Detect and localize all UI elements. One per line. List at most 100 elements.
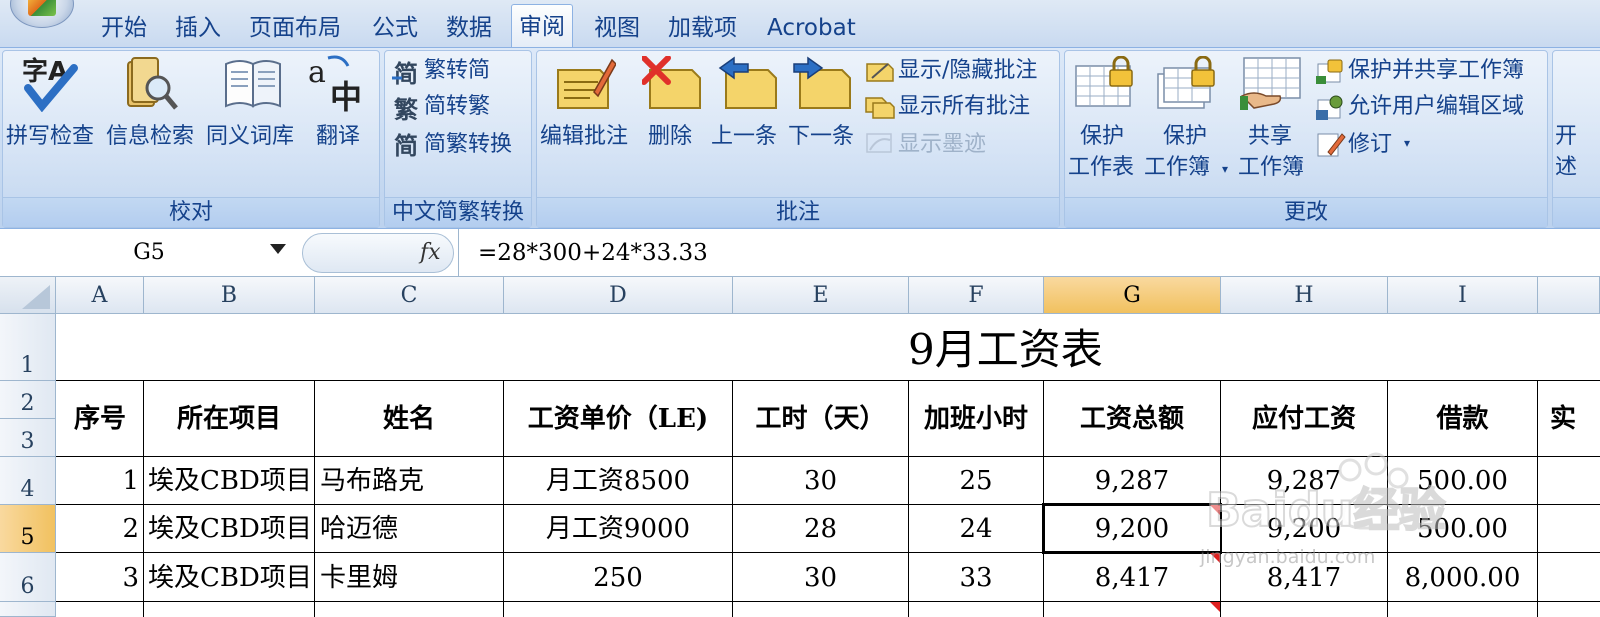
table-cell[interactable]: 马布路克 — [320, 458, 503, 504]
tab-view[interactable]: 视图 — [594, 6, 640, 47]
name-box[interactable]: G5 — [0, 233, 298, 273]
column-header-f[interactable]: F — [909, 277, 1044, 314]
tab-insert[interactable]: 插入 — [175, 6, 221, 47]
table-cell[interactable]: 33 — [909, 555, 1043, 601]
protect-workbook-label-1[interactable]: 保护 — [1163, 122, 1207, 152]
header-cell-name[interactable]: 姓名 — [315, 381, 503, 456]
share-workbook-label-2[interactable]: 工作簿 — [1238, 153, 1304, 183]
track-changes-button[interactable]: 修订 — [1348, 130, 1392, 160]
table-cell[interactable]: 250 — [504, 555, 732, 601]
table-cell[interactable]: 30 — [733, 555, 908, 601]
column-header-g[interactable]: G — [1044, 277, 1221, 314]
table-cell[interactable]: 8,417 — [1221, 555, 1387, 601]
table-cell[interactable]: 9,200 — [1221, 506, 1387, 552]
simp-to-trad-button[interactable]: 简转繁 — [424, 92, 490, 122]
table-cell[interactable]: 哈迈德 — [320, 506, 503, 552]
table-cell[interactable]: 2 — [57, 506, 139, 552]
share-workbook-label-1[interactable]: 共享 — [1248, 122, 1292, 152]
tab-review[interactable]: 审阅 — [511, 4, 573, 48]
column-header-h[interactable]: H — [1221, 277, 1388, 314]
protect-workbook-dropdown-icon[interactable]: ▾ — [1222, 162, 1232, 176]
research-icon — [122, 54, 182, 112]
delete-comment-icon — [641, 55, 704, 114]
header-cell-actual[interactable]: 实 — [1538, 381, 1600, 456]
header-cell-work-days[interactable]: 工时（天） — [733, 381, 908, 456]
tab-acrobat[interactable]: Acrobat — [767, 6, 856, 47]
protect-sheet-label-1[interactable]: 保护 — [1080, 122, 1124, 152]
column-header-a[interactable]: A — [56, 277, 144, 314]
table-cell[interactable]: 埃及CBD项目 — [148, 458, 314, 504]
proofing-group-label: 校对 — [3, 197, 379, 227]
edit-comment-button[interactable]: 编辑批注 — [540, 122, 628, 152]
table-cell[interactable]: 28 — [733, 506, 908, 552]
table-cell[interactable]: 25 — [909, 458, 1043, 504]
svg-text:简: 简 — [394, 132, 418, 158]
column-header-e[interactable]: E — [733, 277, 909, 314]
tab-home[interactable]: 开始 — [101, 6, 147, 47]
table-cell[interactable]: 9,287 — [1044, 458, 1220, 504]
table-cell[interactable]: 8,417 — [1044, 555, 1220, 601]
row-header-5[interactable]: 5 — [0, 505, 56, 553]
show-hide-comment-button[interactable]: 显示/隐藏批注 — [898, 56, 1037, 86]
protect-workbook-label-2[interactable]: 工作簿 — [1144, 153, 1210, 183]
row-header-2[interactable]: 2 — [0, 381, 56, 419]
table-cell[interactable]: 30 — [733, 458, 908, 504]
row-border-4 — [56, 504, 1600, 505]
previous-comment-button[interactable]: 上一条 — [711, 122, 777, 152]
table-cell[interactable]: 月工资8500 — [504, 458, 732, 504]
show-all-comments-button[interactable]: 显示所有批注 — [898, 92, 1030, 122]
table-cell[interactable]: 3 — [57, 555, 139, 601]
table-cell[interactable]: 月工资9000 — [504, 506, 732, 552]
column-header-b[interactable]: B — [144, 277, 315, 314]
header-cell-project[interactable]: 所在项目 — [144, 381, 314, 456]
column-header-i[interactable]: I — [1388, 277, 1538, 314]
protect-and-share-button[interactable]: 保护并共享工作簿 — [1348, 56, 1524, 86]
track-changes-dropdown-icon[interactable]: ▾ — [1404, 136, 1414, 150]
header-cell-overtime[interactable]: 加班小时 — [909, 381, 1043, 456]
research-button[interactable]: 信息检索 — [106, 122, 194, 152]
tab-page-layout[interactable]: 页面布局 — [249, 6, 341, 47]
column-header-d[interactable]: D — [504, 277, 733, 314]
header-cell-payable[interactable]: 应付工资 — [1221, 381, 1387, 456]
delete-comment-button[interactable]: 删除 — [648, 122, 692, 152]
table-cell[interactable]: 卡里姆 — [320, 555, 503, 601]
formula-input[interactable]: =28*300+24*33.33 — [478, 233, 708, 273]
partial-group-label-1[interactable]: 开 — [1555, 122, 1577, 152]
table-cell[interactable]: 500.00 — [1388, 458, 1537, 504]
row-header-1[interactable]: 1 — [0, 314, 56, 381]
row-header-3[interactable]: 3 — [0, 419, 56, 457]
header-cell-unit-price[interactable]: 工资单价（LE) — [504, 381, 732, 456]
tab-data[interactable]: 数据 — [446, 6, 492, 47]
name-box-dropdown-icon[interactable] — [270, 244, 286, 254]
translate-button[interactable]: 翻译 — [316, 122, 360, 152]
table-cell[interactable]: 9,287 — [1221, 458, 1387, 504]
spelling-button[interactable]: 拼写检查 — [6, 122, 94, 152]
row-header-6[interactable]: 6 — [0, 553, 56, 602]
header-cell-loan[interactable]: 借款 — [1388, 381, 1537, 456]
insert-function-icon[interactable]: fx — [420, 233, 454, 273]
column-header-c[interactable]: C — [315, 277, 504, 314]
tab-addins[interactable]: 加载项 — [668, 6, 737, 47]
show-ink-button[interactable]: 显示墨迹 — [898, 130, 986, 160]
row-header-4[interactable]: 4 — [0, 457, 56, 505]
chinese-convert-button[interactable]: 简繁转换 — [424, 130, 512, 160]
table-cell[interactable]: 1 — [57, 458, 139, 504]
allow-edit-ranges-button[interactable]: 允许用户编辑区域 — [1348, 92, 1524, 122]
trad-to-simp-button[interactable]: 繁转简 — [424, 56, 490, 86]
tab-formulas[interactable]: 公式 — [372, 6, 418, 47]
select-all-corner[interactable] — [0, 277, 56, 314]
row-header-7[interactable] — [0, 602, 56, 617]
header-cell-index[interactable]: 序号 — [57, 381, 143, 456]
next-comment-button[interactable]: 下一条 — [788, 122, 854, 152]
table-cell[interactable]: 500.00 — [1388, 506, 1537, 552]
protect-sheet-label-2[interactable]: 工作表 — [1068, 153, 1134, 183]
sheet-title[interactable]: 9月工资表 — [56, 314, 1600, 381]
partial-group-label-2[interactable]: 述 — [1555, 153, 1577, 183]
table-cell[interactable]: 24 — [909, 506, 1043, 552]
table-cell[interactable]: 埃及CBD项目 — [148, 555, 314, 601]
table-cell[interactable]: 8,000.00 — [1388, 555, 1537, 601]
header-cell-total-salary[interactable]: 工资总额 — [1044, 381, 1220, 456]
table-cell[interactable]: 埃及CBD项目 — [148, 506, 314, 552]
thesaurus-button[interactable]: 同义词库 — [206, 122, 294, 152]
column-header-j[interactable] — [1538, 277, 1600, 314]
